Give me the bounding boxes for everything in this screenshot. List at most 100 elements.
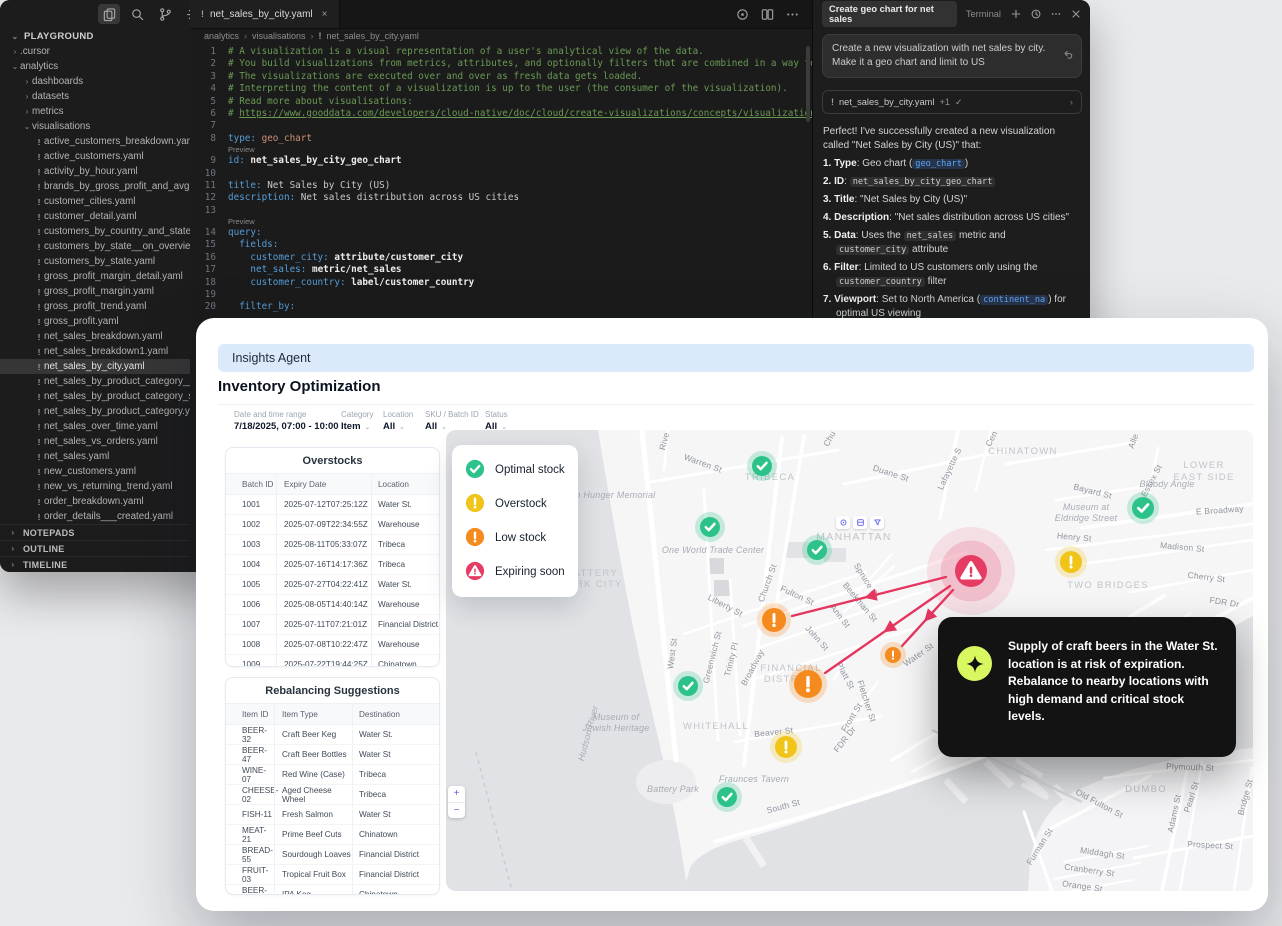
target-icon: [839, 518, 848, 527]
chat-tab-terminal[interactable]: Terminal: [966, 9, 1001, 19]
preview-icon[interactable]: [735, 7, 750, 22]
item-label: net_sales_by_product_category_s…: [44, 391, 190, 402]
map-marker-optimal[interactable]: [695, 512, 725, 542]
code-text: query:: [228, 227, 262, 239]
table-cell: Water St.: [371, 495, 439, 514]
sidebar-file-customer-cities-yaml[interactable]: !customer_cities.yaml: [0, 194, 190, 209]
map-marker-optimal[interactable]: [802, 535, 832, 565]
breadcrumb-folder[interactable]: visualisations: [252, 31, 306, 41]
table-header: Item IDItem TypeDestination: [226, 703, 439, 725]
map-marker-optimal[interactable]: [673, 671, 703, 701]
sidebar-file-active-customers-yaml[interactable]: !active_customers.yaml: [0, 149, 190, 164]
screenshot-stage: ⌄ PLAYGROUND ›.cursor⌄analytics›dashboar…: [0, 0, 1282, 926]
map-marker-low[interactable]: [789, 665, 827, 703]
inline-code-link[interactable]: geo_chart: [912, 159, 965, 169]
sidebar-section-timeline[interactable]: ›TIMELINE: [0, 556, 190, 572]
item-label: datasets: [32, 91, 69, 102]
sidebar-file-gross-profit-margin-yaml[interactable]: !gross_profit_margin.yaml: [0, 284, 190, 299]
table-row: 10042025-07-16T14:17:36ZTribeca: [226, 555, 439, 575]
split-icon[interactable]: [760, 7, 775, 22]
explorer-root[interactable]: ⌄ PLAYGROUND: [0, 28, 190, 44]
breadcrumb-folder[interactable]: analytics: [204, 31, 239, 41]
table-cell: Warehouse: [371, 595, 439, 614]
code-lens-preview[interactable]: Preview: [190, 217, 812, 227]
close-icon[interactable]: ×: [322, 9, 328, 20]
sidebar-file-net-sales-by-product-category-s-[interactable]: !net_sales_by_product_category_s…: [0, 389, 190, 404]
sidebar-file-customers-by-state-yaml[interactable]: !customers_by_state.yaml: [0, 254, 190, 269]
sidebar-file-new-vs-returning-trend-yaml[interactable]: !new_vs_returning_trend.yaml: [0, 479, 190, 494]
sidebar-file-gross-profit-yaml[interactable]: !gross_profit.yaml: [0, 314, 190, 329]
undo-icon[interactable]: [1062, 48, 1074, 60]
map-marker-optimal[interactable]: [712, 782, 742, 812]
sidebar-file-gross-profit-margin-detail-yaml[interactable]: !gross_profit_margin_detail.yaml: [0, 269, 190, 284]
sidebar-folder-metrics[interactable]: ›metrics: [0, 104, 190, 119]
close-icon[interactable]: [1070, 8, 1082, 20]
line-number: 5: [190, 96, 228, 108]
sidebar-file-new-customers-yaml[interactable]: !new_customers.yaml: [0, 464, 190, 479]
map-marker-optimal[interactable]: [747, 451, 777, 481]
sidebar-file-active-customers-breakdown-yaml[interactable]: !active_customers_breakdown.yaml: [0, 134, 190, 149]
changed-file-chip[interactable]: ! net_sales_by_city.yaml +1 ✓ ›: [822, 90, 1082, 114]
sidebar-folder-analytics[interactable]: ⌄analytics: [0, 59, 190, 74]
editor-tab-net-sales-by-city[interactable]: ! net_sales_by_city.yaml ×: [190, 0, 340, 28]
sidebar-file-gross-profit-trend-yaml[interactable]: !gross_profit_trend.yaml: [0, 299, 190, 314]
sidebar-folder--cursor[interactable]: ›.cursor: [0, 44, 190, 59]
filter-location[interactable]: LocationAll⌄: [383, 410, 413, 432]
inline-code: net_sales_by_city_geo_chart: [850, 177, 996, 187]
map-chip-target[interactable]: [836, 516, 850, 529]
sidebar-file-activity-by-hour-yaml[interactable]: !activity_by_hour.yaml: [0, 164, 190, 179]
sidebar-file-order-breakdown-yaml[interactable]: !order_breakdown.yaml: [0, 494, 190, 509]
more-icon[interactable]: [785, 7, 800, 22]
sidebar-file-customers-by-state-on-overvie-[interactable]: !customers_by_state__on_overvie…: [0, 239, 190, 254]
sidebar-file-net-sales-by-city-yaml[interactable]: !net_sales_by_city.yaml: [0, 359, 190, 374]
breadcrumb-file[interactable]: net_sales_by_city.yaml: [327, 31, 419, 41]
map-marker-overstock[interactable]: [770, 731, 802, 763]
code-lens-preview[interactable]: Preview: [190, 145, 812, 155]
sidebar-file-net-sales-over-time-yaml[interactable]: !net_sales_over_time.yaml: [0, 419, 190, 434]
sidebar-file-net-sales-by-product-category-y-[interactable]: !net_sales_by_product_category.y…: [0, 404, 190, 419]
sidebar-folder-visualisations[interactable]: ⌄visualisations: [0, 119, 190, 134]
inline-code: customer_country: [836, 277, 925, 287]
sidebar-file-net-sales-yaml[interactable]: !net_sales.yaml: [0, 449, 190, 464]
sidebar-file-brands-by-gross-profit-and-avg-[interactable]: !brands_by_gross_profit_and_avg…: [0, 179, 190, 194]
sidebar-section-notepads[interactable]: ›NOTEPADS: [0, 524, 190, 540]
editor-scrollbar[interactable]: [806, 46, 810, 122]
sidebar-file-order-details-created-yaml[interactable]: !order_details___created.yaml: [0, 509, 190, 524]
line-number: 8: [190, 133, 228, 145]
sidebar-section-outline[interactable]: ›OUTLINE: [0, 540, 190, 556]
zoom-in-button[interactable]: +: [448, 786, 465, 803]
sidebar-file-customers-by-country-and-state-[interactable]: !customers_by_country_and_state…: [0, 224, 190, 239]
sidebar-file-net-sales-vs-orders-yaml[interactable]: !net_sales_vs_orders.yaml: [0, 434, 190, 449]
item-label: gross_profit_trend.yaml: [44, 301, 146, 312]
map-chip-layers[interactable]: [853, 516, 867, 529]
chat-tab-active[interactable]: Create geo chart for net sales: [822, 1, 957, 27]
activity-button-search[interactable]: [126, 4, 148, 24]
activity-button-files[interactable]: [98, 4, 120, 24]
filter-date-and-time-range[interactable]: Date and time range7/18/2025, 07:00 - 10…: [234, 410, 348, 432]
sidebar-file-net-sales-breakdown-yaml[interactable]: !net_sales_breakdown.yaml: [0, 329, 190, 344]
more-icon[interactable]: [1050, 8, 1062, 20]
map-marker-low[interactable]: [757, 603, 791, 637]
filter-status[interactable]: StatusAll⌄: [485, 410, 508, 432]
filter-sku-batch-id[interactable]: SKU / Batch IDAll⌄: [425, 410, 479, 432]
map-marker-expiring[interactable]: [927, 527, 1015, 615]
plus-icon[interactable]: [1010, 8, 1022, 20]
filter-category[interactable]: CategoryItem⌄: [341, 410, 373, 432]
code-line: 17 net_sales: metric/net_sales: [190, 264, 812, 276]
sidebar-file-customer-detail-yaml[interactable]: !customer_detail.yaml: [0, 209, 190, 224]
item-label: net_sales_by_product_category.y…: [44, 406, 190, 417]
table-cell: Craft Beer Keg: [274, 725, 352, 744]
item-label: customer_cities.yaml: [44, 196, 135, 207]
map-marker-low[interactable]: [880, 642, 906, 668]
inline-code-link[interactable]: continent_na: [980, 295, 1048, 305]
history-icon[interactable]: [1030, 8, 1042, 20]
map-marker-optimal[interactable]: [1127, 492, 1159, 524]
activity-button-branch[interactable]: [154, 4, 176, 24]
map-marker-overstock[interactable]: [1055, 546, 1087, 578]
zoom-out-button[interactable]: −: [448, 803, 465, 819]
map-chip-filter[interactable]: [870, 516, 884, 529]
sidebar-file-net-sales-by-product-category-[interactable]: !net_sales_by_product_category__…: [0, 374, 190, 389]
sidebar-file-net-sales-breakdown1-yaml[interactable]: !net_sales_breakdown1.yaml: [0, 344, 190, 359]
sidebar-folder-dashboards[interactable]: ›dashboards: [0, 74, 190, 89]
sidebar-folder-datasets[interactable]: ›datasets: [0, 89, 190, 104]
